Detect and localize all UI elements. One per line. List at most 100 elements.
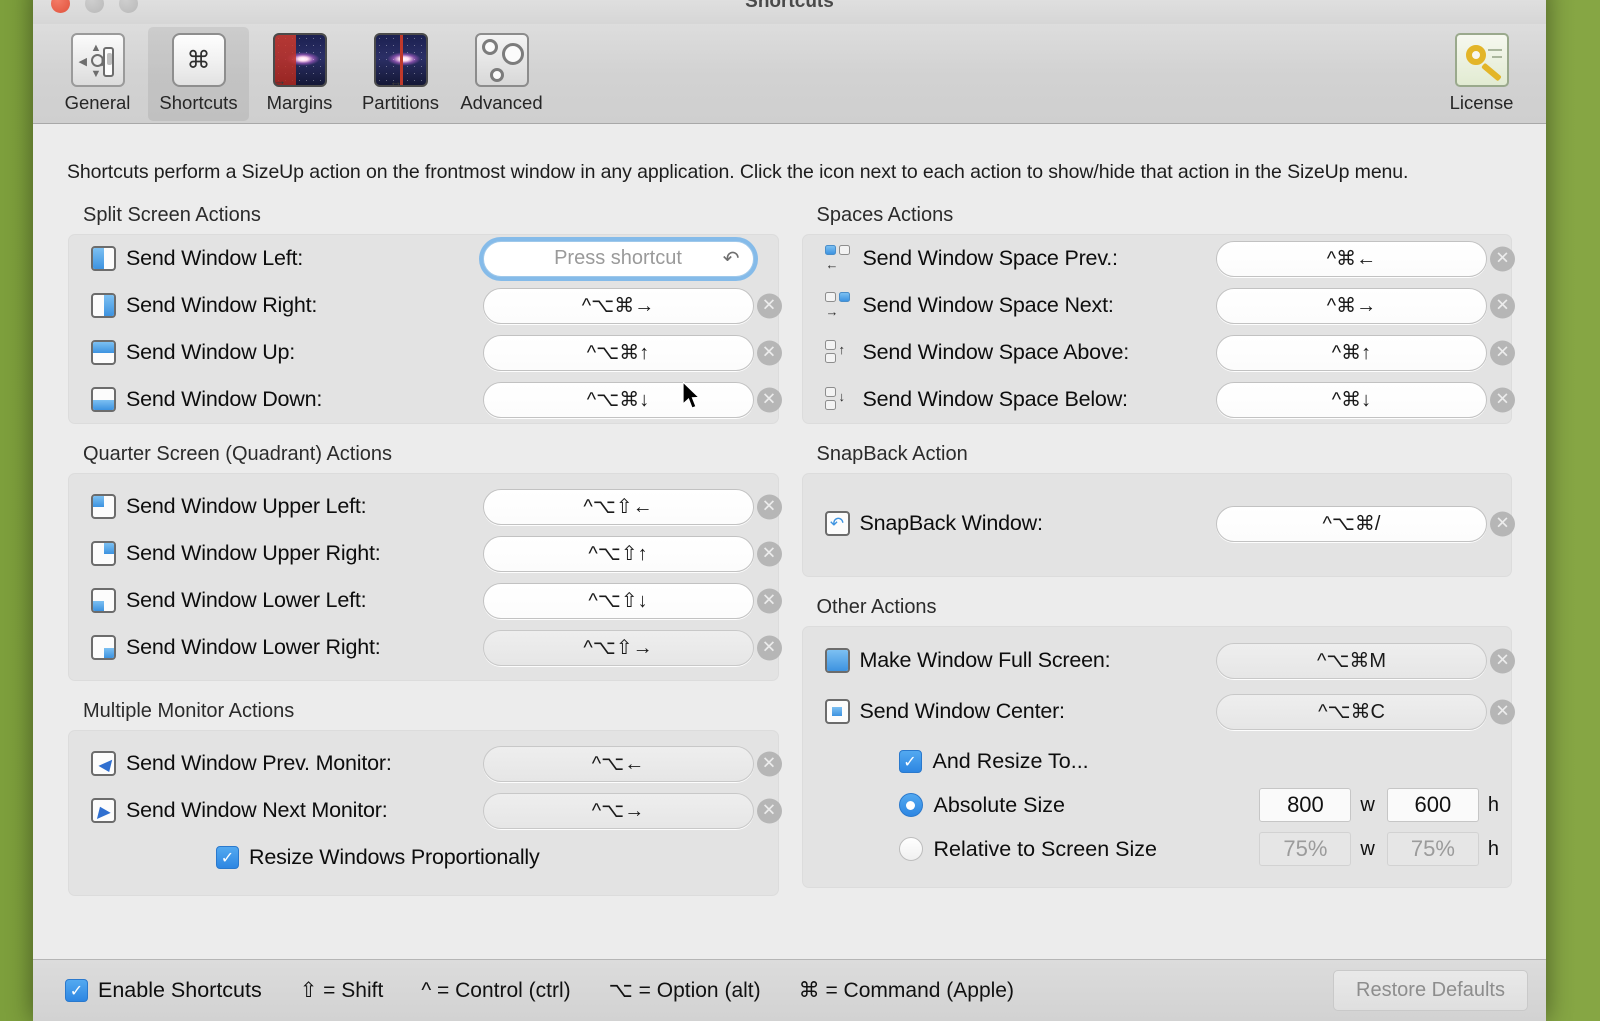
clear-icon[interactable]: ✕ [1490,511,1515,536]
shortcut-field-send-window-right[interactable]: ^⌥⌘→ [482,287,754,324]
full-screen-icon[interactable] [824,648,850,673]
shortcut-field-send-window-left[interactable]: Press shortcut [482,240,754,277]
snapback-icon[interactable]: ↶ [824,511,850,536]
quad-lower-right-icon[interactable] [91,635,116,660]
action-label: Send Window Up: [126,340,296,364]
clear-icon[interactable]: ✕ [756,751,782,776]
space-next-icon[interactable]: → [824,292,853,319]
space-below-icon[interactable]: ↓ [824,386,853,413]
relative-height-input[interactable]: 75% [1386,832,1479,866]
resize-proportionally-row: ✓ Resize Windows Proportionally [69,834,778,881]
half-right-icon[interactable] [91,293,116,318]
radio-label: Relative to Screen Size [933,836,1157,861]
clear-icon[interactable]: ✕ [1490,246,1515,271]
preferences-toolbar: ◀ ▲ ▼ ▶ General ⌘ Shortcuts ↑ → Margins [33,24,1546,124]
legend-command: ⌘ = Command (Apple) [798,979,1014,1002]
toolbar-tab-margins[interactable]: ↑ → Margins [249,27,350,121]
shortcut-field-prev-monitor[interactable]: ^⌥← [482,745,754,782]
clear-icon[interactable]: ✕ [756,293,782,318]
absolute-height-input[interactable]: 600 [1386,788,1479,822]
clear-icon[interactable]: ✕ [756,635,782,660]
key-certificate-icon [1454,33,1509,87]
action-label: Send Window Space Below: [862,387,1128,411]
checkbox-and-resize-to[interactable]: ✓ [898,749,922,773]
clear-icon[interactable]: ✕ [756,541,782,566]
action-row-send-window-up: Send Window Up: ^⌥⌘↑ ✕ [69,329,782,376]
space-prev-icon[interactable]: ← [824,245,853,272]
quad-lower-left-icon[interactable] [91,588,116,613]
right-column: Spaces Actions ← Send Window Space Prev.… [801,204,1515,896]
shortcut-field-lower-right[interactable]: ^⌥⇧→ [482,629,754,666]
quad-upper-right-icon[interactable] [91,541,116,566]
radio-relative-size[interactable] [898,837,923,861]
group-title-snapback: SnapBack Action [816,443,968,465]
action-label: Send Window Space Next: [862,293,1114,317]
shortcut-field-lower-left[interactable]: ^⌥⇧↓ [482,582,754,619]
window-title: Shortcuts [745,0,834,12]
action-row-send-window-left: Send Window Left: Press shortcut ↶ [69,235,778,282]
half-top-icon[interactable] [91,340,116,365]
shortcuts-pane: Shortcuts perform a SizeUp action on the… [33,124,1546,959]
relative-height-unit: h [1487,837,1499,860]
toolbar-tab-partitions[interactable]: ↕ ↔ Partitions [350,27,451,121]
command-icon: ⌘ [171,33,226,87]
shortcut-field-upper-right[interactable]: ^⌥⇧↑ [482,535,754,572]
checkbox-resize-proportionally[interactable]: ✓ [216,846,239,869]
center-icon[interactable] [824,699,850,724]
shortcut-field-upper-left[interactable]: ^⌥⇧← [482,488,754,525]
radio-label: Absolute Size [933,792,1065,817]
shortcut-field-send-window-up[interactable]: ^⌥⌘↑ [482,334,754,371]
clear-icon[interactable]: ✕ [756,387,782,412]
legend-shift: ⇧ = Shift [299,979,384,1002]
space-above-icon[interactable]: ↑ [824,339,853,366]
absolute-height-unit: h [1487,793,1499,816]
clear-icon[interactable]: ✕ [1490,648,1515,673]
shortcut-field-full-screen[interactable]: ^⌥⌘M [1216,642,1487,679]
action-label: Make Window Full Screen: [859,648,1111,672]
toolbar-tab-label: Shortcuts [159,92,238,113]
toolbar-tab-shortcuts[interactable]: ⌘ Shortcuts [148,27,249,121]
relative-width-unit: w [1360,837,1375,860]
relative-width-input[interactable]: 75% [1259,832,1352,866]
monitor-prev-icon[interactable]: ◀ [91,751,116,776]
shortcut-field-center[interactable]: ^⌥⌘C [1216,693,1487,730]
toolbar-tab-label: Advanced [460,92,543,113]
clear-icon[interactable]: ✕ [1490,293,1515,318]
action-row-space-prev: ← Send Window Space Prev.: ^⌘← ✕ [803,235,1515,282]
clear-icon[interactable]: ✕ [756,494,782,519]
clear-icon[interactable]: ✕ [1490,340,1515,365]
clear-icon[interactable]: ✕ [756,340,782,365]
shortcut-field-snapback[interactable]: ^⌥⌘/ [1216,505,1487,542]
action-row-space-below: ↓ Send Window Space Below: ^⌘↓ ✕ [803,376,1515,423]
revert-icon[interactable]: ↶ [723,249,740,269]
shortcut-field-space-above[interactable]: ^⌘↑ [1216,334,1487,371]
toolbar-tab-license[interactable]: License [1431,27,1532,121]
absolute-width-input[interactable]: 800 [1259,788,1352,822]
shortcut-field-space-next[interactable]: ^⌘→ [1216,287,1487,324]
clear-icon[interactable]: ✕ [756,588,782,613]
group-snapback: ↶ SnapBack Window: ^⌥⌘/ ✕ [801,473,1515,577]
shortcut-field-send-window-down[interactable]: ^⌥⌘↓ [482,381,754,418]
clear-icon[interactable]: ✕ [1490,699,1515,724]
checkbox-enable-shortcuts[interactable]: ✓ [65,979,88,1002]
general-icon: ◀ ▲ ▼ ▶ [70,33,125,87]
action-label: Send Window Center: [859,699,1066,723]
group-spaces: ← Send Window Space Prev.: ^⌘← ✕ → Send … [801,234,1515,424]
shortcut-field-space-below[interactable]: ^⌘↓ [1216,381,1487,418]
restore-defaults-button[interactable]: Restore Defaults [1333,970,1528,1011]
monitor-next-icon[interactable]: ▶ [91,798,116,823]
quad-upper-left-icon[interactable] [91,494,116,519]
toolbar-tab-advanced[interactable]: Advanced [451,27,552,121]
action-row-send-window-down: Send Window Down: ^⌥⌘↓ ✕ [69,376,782,423]
action-label: SnapBack Window: [859,511,1043,535]
radio-absolute-size[interactable] [898,793,923,817]
action-row-send-window-right: Send Window Right: ^⌥⌘→ ✕ [69,282,782,329]
half-left-icon[interactable] [91,246,116,271]
clear-icon[interactable]: ✕ [1490,387,1515,412]
shortcut-field-next-monitor[interactable]: ^⌥→ [482,792,754,829]
toolbar-tab-general[interactable]: ◀ ▲ ▼ ▶ General [47,27,148,121]
half-bottom-icon[interactable] [91,387,116,412]
group-other: Make Window Full Screen: ^⌥⌘M ✕ Send Win… [801,626,1515,888]
shortcut-field-space-prev[interactable]: ^⌘← [1216,240,1487,277]
clear-icon[interactable]: ✕ [756,798,782,823]
